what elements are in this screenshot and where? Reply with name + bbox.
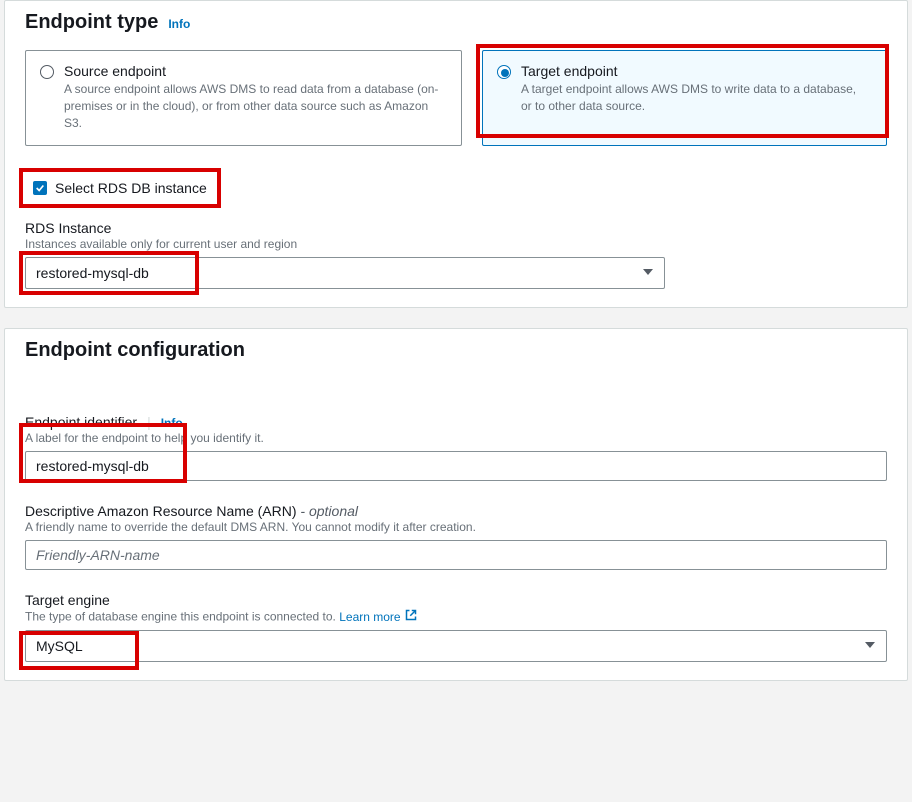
- target-engine-help: The type of database engine this endpoin…: [25, 610, 336, 624]
- select-rds-checkbox[interactable]: Select RDS DB instance: [25, 174, 215, 202]
- radio-icon: [497, 65, 511, 79]
- endpoint-type-info-link[interactable]: Info: [168, 17, 190, 31]
- checkbox-checked-icon: [33, 181, 47, 195]
- arn-input[interactable]: [25, 540, 887, 570]
- target-endpoint-title: Target endpoint: [521, 63, 870, 79]
- endpoint-type-panel: Endpoint type Info Source endpoint A sou…: [4, 0, 908, 308]
- target-engine-select[interactable]: MySQL: [25, 630, 887, 662]
- endpoint-id-input[interactable]: [25, 451, 887, 481]
- endpoint-id-info-link[interactable]: Info: [161, 416, 183, 430]
- target-engine-value: MySQL: [36, 638, 83, 654]
- external-link-icon: [405, 609, 417, 624]
- endpoint-config-panel: Endpoint configuration Endpoint identifi…: [4, 328, 908, 681]
- endpoint-id-label: Endpoint identifier: [25, 414, 137, 430]
- endpoint-type-title: Endpoint type: [25, 11, 158, 34]
- target-endpoint-radio-card[interactable]: Target endpoint A target endpoint allows…: [482, 50, 887, 146]
- radio-icon: [40, 65, 54, 79]
- arn-label: Descriptive Amazon Resource Name (ARN): [25, 503, 297, 519]
- target-engine-label: Target engine: [25, 592, 887, 608]
- rds-instance-label: RDS Instance: [25, 220, 887, 236]
- rds-instance-select[interactable]: restored-mysql-db: [25, 257, 665, 289]
- target-endpoint-desc: A target endpoint allows AWS DMS to writ…: [521, 81, 870, 115]
- rds-instance-value: restored-mysql-db: [36, 265, 149, 281]
- chevron-down-icon: [642, 265, 654, 281]
- source-endpoint-title: Source endpoint: [64, 63, 445, 79]
- endpoint-id-help: A label for the endpoint to help you ide…: [25, 431, 887, 445]
- source-endpoint-radio-card[interactable]: Source endpoint A source endpoint allows…: [25, 50, 462, 146]
- select-rds-label: Select RDS DB instance: [55, 180, 207, 196]
- arn-help: A friendly name to override the default …: [25, 520, 887, 534]
- endpoint-config-title: Endpoint configuration: [25, 339, 245, 362]
- chevron-down-icon: [864, 638, 876, 654]
- learn-more-link[interactable]: Learn more: [339, 609, 416, 624]
- rds-instance-help: Instances available only for current use…: [25, 237, 887, 251]
- arn-optional: - optional: [300, 503, 358, 519]
- source-endpoint-desc: A source endpoint allows AWS DMS to read…: [64, 81, 445, 131]
